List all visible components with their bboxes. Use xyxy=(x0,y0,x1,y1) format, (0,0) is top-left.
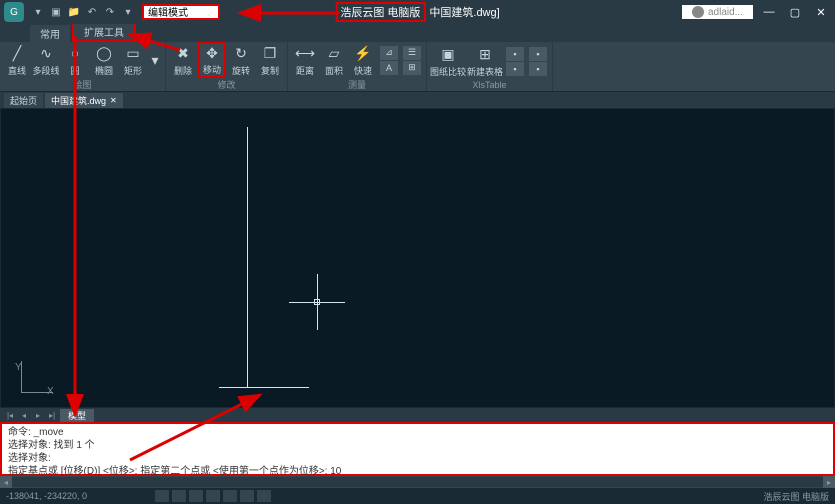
qat-redo-icon[interactable]: ↷ xyxy=(102,4,118,20)
ribbon-group-draw: ╱直线 ∿多段线 ○圆 ◯椭圆 ▭矩形 ▾ 绘图 xyxy=(0,42,166,91)
brand-name: 浩辰云图 电脑版 xyxy=(335,2,425,22)
search-input[interactable]: 编辑模式 xyxy=(142,4,220,20)
maximize-button[interactable]: ▢ xyxy=(785,4,805,20)
quick-access-toolbar: ▾ ▣ 📁 ↶ ↷ ▾ xyxy=(30,4,136,20)
rect-icon: ▭ xyxy=(123,43,143,63)
close-icon[interactable]: ✕ xyxy=(110,96,117,105)
ribbon-group-compare: ▣图纸比较 ⊞新建表格 ▪ ▪ ▪ ▪ XlsTable xyxy=(427,42,553,91)
h-scrollbar[interactable]: ◂ ▸ xyxy=(0,476,835,488)
status-toggle[interactable] xyxy=(189,490,203,502)
chevron-down-icon: ▾ xyxy=(145,50,165,70)
user-button[interactable]: adlaid... xyxy=(682,5,753,19)
status-toggle[interactable] xyxy=(172,490,186,502)
measure-small3[interactable]: ☰ xyxy=(403,46,421,60)
ribbon-group-edit: ✖删除 ✥移动 ↻旋转 ❐复制 修改 xyxy=(166,42,288,91)
drawing-canvas[interactable]: Y X xyxy=(0,108,835,408)
drawing-line-horizontal xyxy=(219,387,309,388)
copy-button[interactable]: ❐复制 xyxy=(256,42,284,78)
minimize-button[interactable]: — xyxy=(759,4,779,20)
status-toggles xyxy=(155,490,271,502)
cmd-line: 命令: _move xyxy=(8,426,827,439)
qat-more-icon[interactable]: ▾ xyxy=(120,4,136,20)
new-table-button[interactable]: ⊞新建表格 xyxy=(467,43,503,79)
distance-icon: ⟷ xyxy=(295,43,315,63)
move-button[interactable]: ✥移动 xyxy=(198,42,226,78)
cmd-line: 选择对象: 找到 1 个 xyxy=(8,439,827,452)
qat-save-icon[interactable]: 📁 xyxy=(66,4,82,20)
close-button[interactable]: ✕ xyxy=(811,4,831,20)
area-button[interactable]: ▱面积 xyxy=(320,42,348,78)
draw-more-button[interactable]: ▾ xyxy=(148,42,162,78)
rotate-button[interactable]: ↻旋转 xyxy=(227,42,255,78)
layout-tabs: |◂ ◂ ▸ ▸| 模型 xyxy=(0,408,835,422)
app-icon[interactable]: G xyxy=(4,2,24,22)
user-label: adlaid... xyxy=(708,7,743,18)
edit-group-label: 修改 xyxy=(166,78,287,92)
nav-prev[interactable]: ◂ xyxy=(18,409,30,421)
footer-brand: 浩辰云图 电脑版 xyxy=(763,490,829,503)
delete-icon: ✖ xyxy=(173,43,193,63)
scroll-right[interactable]: ▸ xyxy=(823,476,835,488)
compare-icon: ▣ xyxy=(438,44,458,64)
ribbon-group-measure: ⟷距离 ▱面积 ⚡快速 ⊿ A ☰ ⊞ 测量 xyxy=(288,42,427,91)
file-tab-start[interactable]: 起始页 xyxy=(4,93,43,108)
xlstable-label: XlsTable xyxy=(427,80,552,91)
ellipse-icon: ◯ xyxy=(94,43,114,63)
title-filename: 中国建筑.dwg] xyxy=(429,4,499,20)
cursor-pickbox xyxy=(314,299,320,305)
ellipse-button[interactable]: ◯椭圆 xyxy=(90,42,118,78)
nav-next[interactable]: ▸ xyxy=(32,409,44,421)
polyline-icon: ∿ xyxy=(36,43,56,63)
title-bar: G ▾ ▣ 📁 ↶ ↷ ▾ 编辑模式 浩辰云图 电脑版 中国建筑.dwg] ad… xyxy=(0,0,835,24)
compare-button[interactable]: ▣图纸比较 xyxy=(430,43,466,79)
layout-model[interactable]: 模型 xyxy=(60,409,94,422)
status-toggle[interactable] xyxy=(206,490,220,502)
tab-ext-tools[interactable]: 扩展工具 xyxy=(72,21,136,42)
nav-first[interactable]: |◂ xyxy=(4,409,16,421)
user-icon xyxy=(692,6,704,18)
quick-button[interactable]: ⚡快速 xyxy=(349,42,377,78)
scroll-left[interactable]: ◂ xyxy=(0,476,12,488)
s4[interactable]: ▪ xyxy=(529,62,547,76)
line-button[interactable]: ╱直线 xyxy=(3,42,31,78)
status-toggle[interactable] xyxy=(155,490,169,502)
move-icon: ✥ xyxy=(202,44,222,62)
circle-icon: ○ xyxy=(65,43,85,63)
command-window[interactable]: 命令: _move 选择对象: 找到 1 个 选择对象: 指定基点或 [位移(D… xyxy=(0,422,835,476)
table-icon: ⊞ xyxy=(475,44,495,64)
area-icon: ▱ xyxy=(324,43,344,63)
qat-new-icon[interactable]: ▾ xyxy=(30,4,46,20)
s3[interactable]: ▪ xyxy=(529,47,547,61)
status-toggle[interactable] xyxy=(257,490,271,502)
measure-small4[interactable]: ⊞ xyxy=(403,61,421,75)
file-tabs: 起始页 中国建筑.dwg✕ xyxy=(0,92,835,108)
draw-group-label: 绘图 xyxy=(0,78,165,92)
copy-icon: ❐ xyxy=(260,43,280,63)
measure-small1[interactable]: ⊿ xyxy=(380,46,398,60)
cmd-line: 选择对象: xyxy=(8,452,827,465)
distance-button[interactable]: ⟷距离 xyxy=(291,42,319,78)
rotate-icon: ↻ xyxy=(231,43,251,63)
status-toggle[interactable] xyxy=(240,490,254,502)
s2[interactable]: ▪ xyxy=(506,62,524,76)
delete-button[interactable]: ✖删除 xyxy=(169,42,197,78)
rect-button[interactable]: ▭矩形 xyxy=(119,42,147,78)
measure-group-label: 测量 xyxy=(288,78,426,92)
qat-open-icon[interactable]: ▣ xyxy=(48,4,64,20)
tab-main[interactable]: 常用 xyxy=(30,25,70,42)
measure-small2[interactable]: A xyxy=(380,61,398,75)
s1[interactable]: ▪ xyxy=(506,47,524,61)
nav-last[interactable]: ▸| xyxy=(46,409,58,421)
ribbon: ╱直线 ∿多段线 ○圆 ◯椭圆 ▭矩形 ▾ 绘图 ✖删除 ✥移动 ↻旋转 ❐复制… xyxy=(0,42,835,92)
line-icon: ╱ xyxy=(7,43,27,63)
drawing-line-vertical xyxy=(247,127,248,387)
status-bar: -138041, -234220, 0 浩辰云图 电脑版 xyxy=(0,488,835,504)
status-toggle[interactable] xyxy=(223,490,237,502)
polyline-button[interactable]: ∿多段线 xyxy=(32,42,60,78)
quick-icon: ⚡ xyxy=(353,43,373,63)
qat-undo-icon[interactable]: ↶ xyxy=(84,4,100,20)
circle-button[interactable]: ○圆 xyxy=(61,42,89,78)
file-tab-current[interactable]: 中国建筑.dwg✕ xyxy=(45,93,123,108)
ribbon-tabs: 常用 扩展工具 xyxy=(0,24,835,42)
